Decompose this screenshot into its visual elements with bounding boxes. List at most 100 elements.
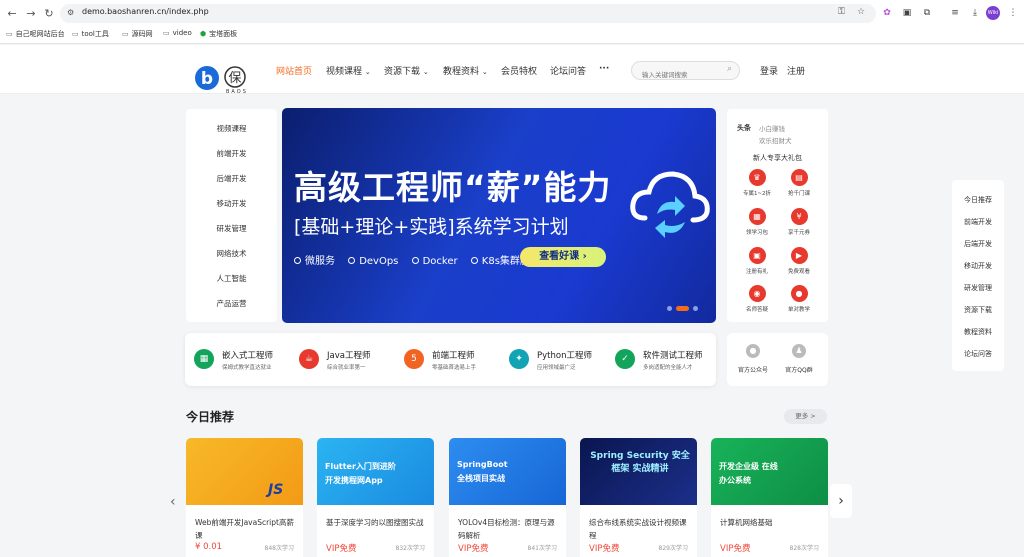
carousel-dot-active[interactable] [676,306,689,311]
category-item[interactable]: 人工智能 [186,273,277,284]
course-title: 综合布线系统实战设计视频课程 [589,518,687,540]
bookmark-item[interactable]: ▭ 源码网 [122,29,153,39]
career-item[interactable]: ✦ Python工程师 应用领域最广泛 [509,347,614,373]
forward-icon[interactable]: → [23,6,39,22]
category-item[interactable]: 网络技术 [186,248,277,259]
gift-icon: ▣ [748,247,766,264]
more-button[interactable]: 更多 > [784,409,827,424]
extension-box-icon[interactable]: ▣ [900,6,914,20]
gift-item[interactable]: ▦ 领学习包 [734,208,780,236]
gift-item[interactable]: ◉ 名师答疑 [734,285,780,313]
bookmark-item[interactable]: ▭ 自己呢网站后台 [6,29,65,39]
nav-downloads[interactable]: 资源下载 ⌄ [384,64,429,77]
more-menu-icon[interactable]: ··· [599,64,609,74]
course-card[interactable]: SpringBoot 全栈项目实战 YOLOv4目标检测：原理与源码解析 VIP… [449,438,566,557]
hero-banner[interactable]: 高级工程师“薪”能力 [基础+理论+实践]系统学习计划 微服务 DevOps D… [282,108,716,323]
course-title: 计算机网络基础 [720,518,773,527]
course-card[interactable]: Flutter入门到进阶 开发携程网App 基于深度学习的以图搜图实战 VIP免… [317,438,434,557]
search-icon[interactable]: ⌕ [727,64,732,74]
tab-search-icon[interactable]: ≡ [948,6,962,20]
download-icon[interactable]: ⤓ [968,6,982,20]
floating-nav-item[interactable]: 前端开发 [952,217,1004,227]
bookmark-star-icon[interactable]: ☆ [857,7,865,17]
search-input[interactable] [632,66,712,84]
floating-nav-item[interactable]: 今日推荐 [952,195,1004,205]
chevron-down-icon: ⌄ [481,68,488,76]
login-link[interactable]: 登录 [760,64,778,77]
course-thumbnail: JS [186,438,303,505]
carousel-prev-icon[interactable]: ‹ [170,494,176,510]
career-item[interactable]: ☕ Java工程师 综合就业率第一 [299,347,404,373]
chip-icon: ▦ [194,349,214,369]
gift-item[interactable]: ¥ 享千元券 [776,208,822,236]
category-item[interactable]: 移动开发 [186,198,277,209]
package-icon: ▦ [748,208,766,225]
course-price: ¥ 0.01 [195,542,223,552]
course-card[interactable]: JS Web前端开发JavaScript高薪课 ¥ 0.01 848次学习 [186,438,303,557]
menu-icon[interactable]: ⋮ [1006,6,1020,20]
search-box[interactable]: ⌕ [631,61,740,84]
news-item[interactable]: 欢乐招财犬 [759,135,792,145]
banner-tag: 微服务 [294,256,335,267]
career-item[interactable]: 5 前端工程师 零基础首选易上手 [404,347,509,373]
java-icon: ☕ [299,349,319,369]
bookmark-item[interactable]: ▭ video [163,29,192,37]
shield-icon: ⬢ [200,30,207,38]
key-icon[interactable]: ⚿ [838,7,845,17]
site-info-icon[interactable]: ⚙ [67,8,74,17]
bookmark-item[interactable]: ▭ tool工具 [72,29,109,39]
floating-nav-item[interactable]: 后端开发 [952,239,1004,249]
course-thumbnail: Flutter入门到进阶 开发携程网App [317,438,434,505]
banner-title: 高级工程师“薪”能力 [294,168,612,207]
course-card[interactable]: 开发企业级 在线办公系统 计算机网络基础 VIP免费 828次学习 [711,438,828,557]
gift-item[interactable]: ▤ 抢千门课 [776,169,822,197]
category-item[interactable]: 研发管理 [186,223,277,234]
qq-link[interactable]: ♟ 官方QQ群 [779,344,819,374]
wechat-link[interactable]: ● 官方公众号 [733,344,773,374]
gift-item[interactable]: ● 单对教学 [776,285,822,313]
profile-avatar[interactable]: Wiki [986,6,1000,20]
carousel-next-icon[interactable]: › [830,484,852,518]
carousel-dot[interactable] [693,306,698,311]
gift-item[interactable]: ▶ 免费观看 [776,247,822,275]
extension-flower-icon[interactable]: ✿ [880,6,894,20]
carousel-dot[interactable] [667,306,672,311]
back-icon[interactable]: ← [4,6,20,22]
nav-home[interactable]: 网站首页 [276,64,312,77]
category-panel: 视频课程 前端开发 后端开发 移动开发 研发管理 网络技术 人工智能 产品运营 [186,109,277,322]
course-thumbnail: Spring Security 安全框架 实战精讲 [580,438,697,505]
course-card[interactable]: Spring Security 安全框架 实战精讲 综合布线系统实战设计视频课程… [580,438,697,557]
url-text[interactable]: demo.baoshanren.cn/index.php [82,7,209,16]
nav-vip[interactable]: 会员特权 [501,64,537,77]
register-link[interactable]: 注册 [787,64,805,77]
chevron-down-icon: ⌄ [364,68,371,76]
floating-nav-item[interactable]: 移动开发 [952,261,1004,271]
floating-nav-item[interactable]: 论坛问答 [952,349,1004,359]
extensions-puzzle-icon[interactable]: ⧉ [920,6,934,20]
floating-nav-item[interactable]: 教程资料 [952,327,1004,337]
social-panel: ● 官方公众号 ♟ 官方QQ群 [727,333,828,386]
floating-nav-item[interactable]: 资源下载 [952,305,1004,315]
course-title: 基于深度学习的以图搜图实战 [326,518,424,527]
carousel-dots [667,298,702,317]
bookmark-item[interactable]: ⬢ 宝塔面板 [200,29,237,39]
career-item[interactable]: ▦ 嵌入式工程师 保姆式教学直达就业 [194,347,299,373]
address-bar[interactable]: ⚙ demo.baoshanren.cn/index.php ⚿ ☆ [60,4,876,23]
career-item[interactable]: ✓ 软件测试工程师 多岗适配的全能人才 [615,347,720,373]
gift-item[interactable]: ♛ 专属1~2折 [734,169,780,197]
headline-label: 头条 [737,124,751,132]
reload-icon[interactable]: ↻ [41,6,57,22]
category-item[interactable]: 产品运营 [186,298,277,309]
category-item[interactable]: 后端开发 [186,173,277,184]
nav-tutorials[interactable]: 教程资料 ⌄ [443,64,488,77]
floating-nav-item[interactable]: 研发管理 [952,283,1004,293]
site-logo[interactable]: b 保 BAOS [193,65,253,97]
chat-icon: ● [790,285,808,302]
banner-cta-button[interactable]: 查看好课 › [520,247,606,267]
nav-forum[interactable]: 论坛问答 [550,64,586,77]
gift-item[interactable]: ▣ 注册有礼 [734,247,780,275]
nav-video-courses[interactable]: 视频课程 ⌄ [326,64,371,77]
news-item[interactable]: 小白赚钱 [759,123,785,133]
category-item[interactable]: 前端开发 [186,148,277,159]
category-item[interactable]: 视频课程 [186,123,277,134]
